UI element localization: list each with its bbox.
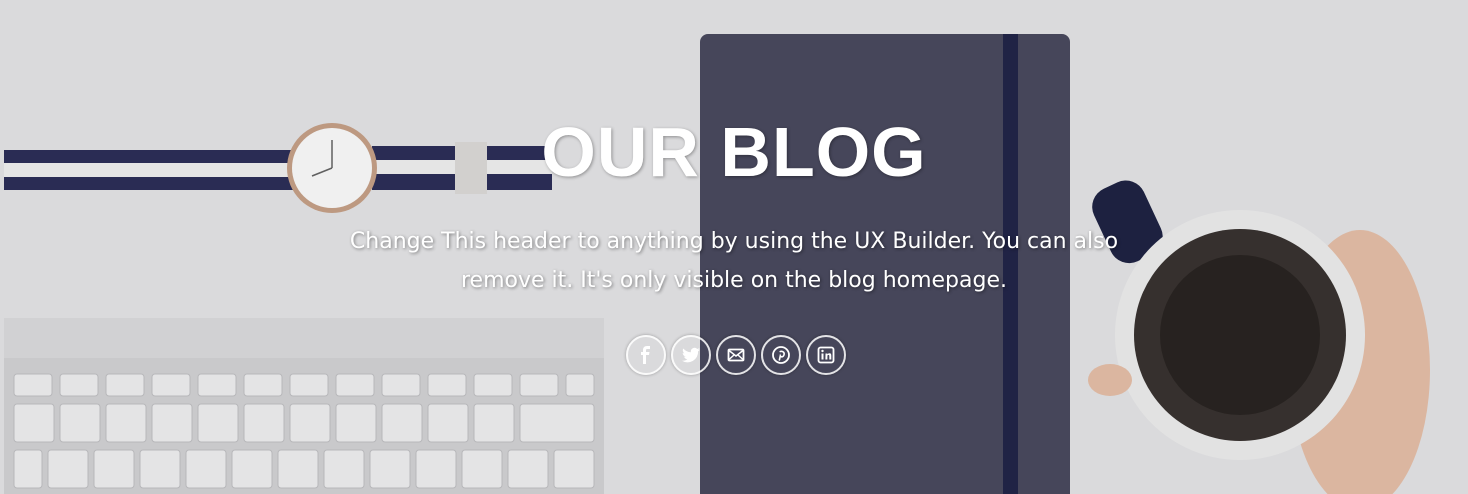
linkedin-share-button[interactable] <box>806 335 846 375</box>
email-share-button[interactable] <box>716 335 756 375</box>
pinterest-icon <box>772 346 790 364</box>
email-icon <box>727 348 745 362</box>
header-subtitle: Change This header to anything by using … <box>334 222 1134 300</box>
linkedin-icon <box>817 346 835 364</box>
twitter-icon <box>682 347 700 363</box>
blog-header-banner: OUR BLOG Change This header to anything … <box>0 0 1468 494</box>
header-subtitle-line-1: Change This header to anything by using … <box>349 229 1119 254</box>
page-title: OUR BLOG <box>541 113 927 191</box>
twitter-share-button[interactable] <box>671 335 711 375</box>
facebook-share-button[interactable] <box>626 335 666 375</box>
pinterest-share-button[interactable] <box>761 335 801 375</box>
header-subtitle-line-2: remove it. It's only visible on the blog… <box>460 268 1007 293</box>
facebook-icon <box>641 346 650 364</box>
share-icons <box>626 335 846 375</box>
